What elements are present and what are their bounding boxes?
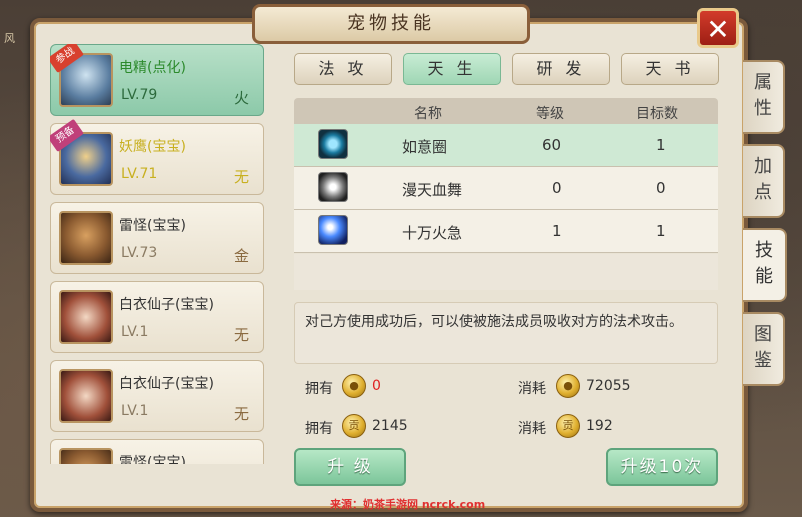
close-button[interactable]: ✕ bbox=[697, 8, 739, 48]
pet-level: LV.79 bbox=[121, 87, 158, 103]
coin-icon: ● bbox=[342, 374, 366, 398]
table-empty-area bbox=[294, 254, 718, 290]
table-header: 名称 等级 目标数 bbox=[294, 98, 718, 124]
pet-element: 无 bbox=[233, 168, 249, 186]
tab-research[interactable]: 研 发 bbox=[512, 53, 610, 85]
skill-targets: 1 bbox=[656, 136, 666, 154]
fairy-portrait bbox=[59, 369, 113, 423]
fairy-portrait bbox=[59, 290, 113, 344]
watermark: 来源：奶茶手游网 ncrck.com bbox=[330, 498, 486, 511]
cost-gong-value: 192 bbox=[586, 418, 613, 434]
pet-element: 火 bbox=[233, 89, 249, 107]
pet-card[interactable]: 雷怪(宝宝) LV.73 金 bbox=[50, 202, 264, 274]
side-tab-skills[interactable]: 技能 bbox=[743, 228, 787, 302]
table-row[interactable]: 如意圈 60 1 bbox=[294, 124, 718, 167]
cost-gong-label: 消耗 bbox=[518, 421, 546, 437]
pet-name: 白衣仙子(宝宝) bbox=[119, 297, 214, 313]
pet-card[interactable]: 参战 电精(点化) LV.79 火 bbox=[50, 44, 264, 116]
skill-name: 如意圈 bbox=[402, 138, 448, 156]
gong-coin-icon: 贡 bbox=[556, 414, 580, 438]
upgrade-10x-button[interactable]: 升级10次 bbox=[606, 448, 718, 486]
table-row[interactable]: 漫天血舞 0 0 bbox=[294, 167, 718, 210]
ogre-portrait bbox=[59, 448, 113, 464]
gong-coin-icon: 贡 bbox=[342, 414, 366, 438]
fire-bolt-icon bbox=[318, 215, 348, 245]
own-coin-value: 0 bbox=[372, 378, 381, 394]
own-coin-label: 拥有 bbox=[305, 381, 333, 397]
pet-level: LV.73 bbox=[121, 245, 158, 261]
side-tab-codex[interactable]: 图鉴 bbox=[743, 312, 785, 386]
coin-icon: ● bbox=[556, 374, 580, 398]
skill-name: 十万火急 bbox=[402, 224, 463, 242]
side-tab-label: 技能 bbox=[755, 240, 773, 287]
tab-magic-attack[interactable]: 法 攻 bbox=[294, 53, 392, 85]
table-row[interactable]: 十万火急 1 1 bbox=[294, 210, 718, 253]
tab-skill-book[interactable]: 天 书 bbox=[621, 53, 719, 85]
pet-element: 无 bbox=[233, 405, 249, 423]
pet-name: 妖鹰(宝宝) bbox=[119, 139, 186, 155]
pet-list[interactable]: 参战 电精(点化) LV.79 火 预备 妖鹰(宝宝) LV.71 无 雷怪(宝… bbox=[50, 44, 264, 464]
pet-name: 电精(点化) bbox=[119, 60, 186, 76]
pet-card[interactable]: 白衣仙子(宝宝) LV.1 无 bbox=[50, 281, 264, 353]
own-gong-label: 拥有 bbox=[305, 421, 333, 437]
pet-card[interactable]: 雷怪(宝宝) bbox=[50, 439, 264, 464]
pet-card[interactable]: 预备 妖鹰(宝宝) LV.71 无 bbox=[50, 118, 264, 195]
side-tab-attributes[interactable]: 属性 bbox=[743, 60, 785, 134]
pet-name: 雷怪(宝宝) bbox=[119, 218, 186, 234]
ring-icon bbox=[318, 129, 348, 159]
pet-level: LV.1 bbox=[121, 403, 149, 419]
skill-targets: 1 bbox=[656, 222, 666, 240]
window-title: 宠物技能 bbox=[252, 4, 530, 44]
side-tab-points[interactable]: 加点 bbox=[743, 144, 785, 218]
cost-coin-value: 72055 bbox=[586, 378, 631, 394]
side-tab-label: 属性 bbox=[754, 72, 772, 119]
ogre-portrait bbox=[59, 211, 113, 265]
cost-coin-label: 消耗 bbox=[518, 381, 546, 397]
background-text: 风 bbox=[4, 32, 15, 45]
blood-wing-icon bbox=[318, 172, 348, 202]
side-tab-label: 图鉴 bbox=[754, 324, 772, 371]
skill-level: 0 bbox=[552, 179, 562, 197]
skill-level: 60 bbox=[542, 136, 562, 154]
column-header-level: 等级 bbox=[536, 106, 564, 122]
pet-name: 白衣仙子(宝宝) bbox=[119, 376, 214, 392]
pet-level: LV.71 bbox=[121, 166, 158, 182]
pet-card[interactable]: 白衣仙子(宝宝) LV.1 无 bbox=[50, 360, 264, 432]
pet-name: 雷怪(宝宝) bbox=[119, 455, 186, 464]
skill-level: 1 bbox=[552, 222, 562, 240]
skill-table: 名称 等级 目标数 如意圈 60 1 漫天血舞 0 0 十万火急 1 1 bbox=[294, 98, 718, 253]
upgrade-button[interactable]: 升 级 bbox=[294, 448, 406, 486]
skill-name: 漫天血舞 bbox=[402, 181, 463, 199]
skill-targets: 0 bbox=[656, 179, 666, 197]
pet-level: LV.1 bbox=[121, 324, 149, 340]
own-gong-value: 2145 bbox=[372, 418, 408, 434]
pet-element: 无 bbox=[233, 326, 249, 344]
tab-innate[interactable]: 天 生 bbox=[403, 53, 501, 85]
skill-description: 对己方使用成功后，可以使被施法成员吸收对方的法术攻击。 bbox=[294, 302, 718, 364]
column-header-targets: 目标数 bbox=[636, 106, 678, 122]
pet-element: 金 bbox=[233, 247, 249, 265]
column-header-name: 名称 bbox=[414, 106, 442, 122]
side-tab-label: 加点 bbox=[754, 156, 772, 203]
